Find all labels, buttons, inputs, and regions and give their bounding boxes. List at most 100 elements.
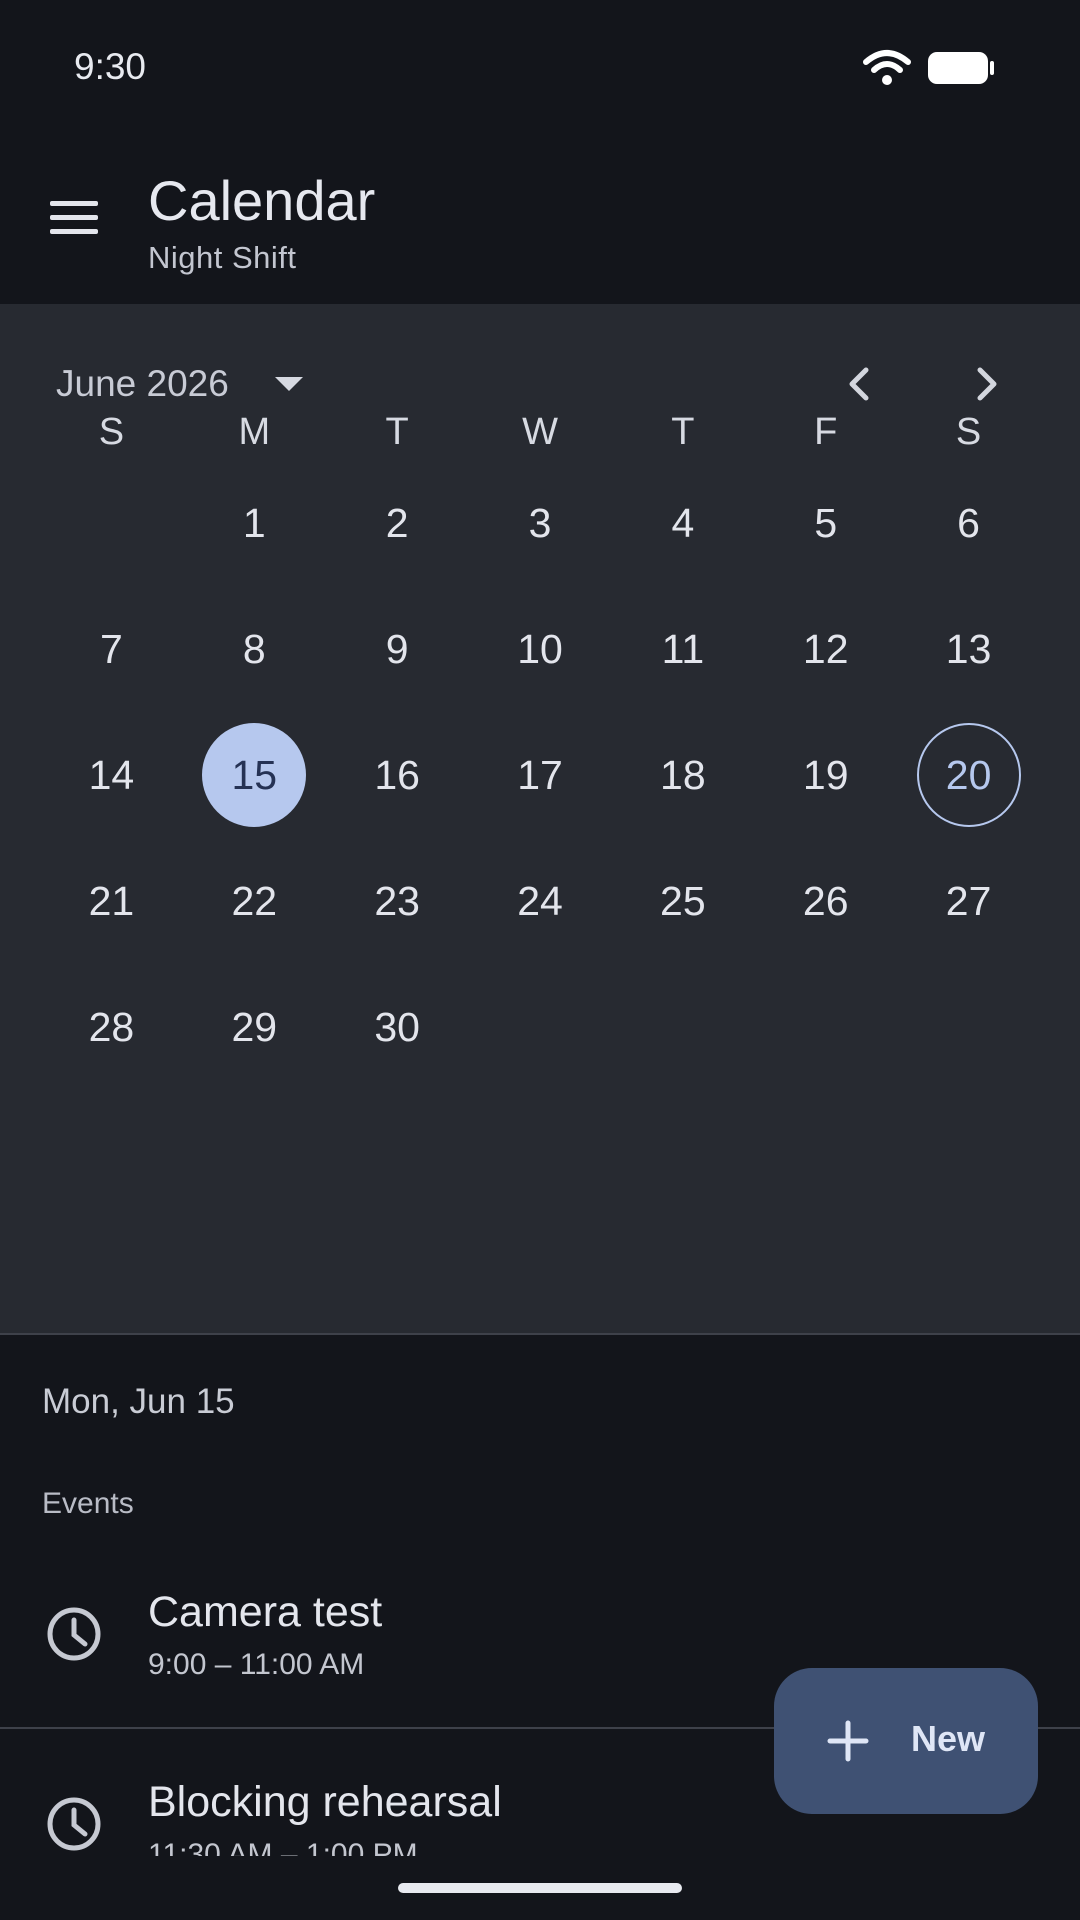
day-number: 3: [528, 499, 552, 546]
day-number: 18: [660, 751, 706, 798]
day-cell[interactable]: 6: [897, 460, 1040, 586]
week-row: 21 22 23 24 25 26 27: [40, 838, 1040, 964]
day-number: 11: [661, 625, 705, 672]
day-number: 1: [242, 499, 266, 546]
empty-day-cell: [611, 964, 754, 1090]
day-number: 20: [916, 723, 1021, 827]
day-number: 7: [100, 625, 123, 672]
clock-icon: [47, 1607, 101, 1661]
day-cell[interactable]: 8: [183, 586, 326, 712]
event-title: Camera test: [148, 1588, 383, 1636]
day-number: 2: [385, 499, 409, 546]
day-number: 28: [88, 1003, 135, 1050]
day-number: 5: [814, 499, 838, 546]
day-cell[interactable]: 2: [326, 460, 469, 586]
day-cell[interactable]: 22: [183, 838, 326, 964]
day-number: 15: [202, 723, 307, 827]
weekday-label: S: [98, 411, 125, 453]
day-number: 26: [802, 877, 849, 924]
clock-icon: [47, 1797, 101, 1851]
day-number: 17: [517, 751, 563, 798]
day-number: 14: [88, 751, 135, 798]
status-time: 9:30: [74, 46, 147, 87]
day-cell[interactable]: 28: [40, 964, 183, 1090]
menu-icon-line: [50, 229, 98, 234]
new-event-button[interactable]: New: [774, 1668, 1038, 1814]
empty-day-cell: [897, 964, 1040, 1090]
home-indicator[interactable]: [398, 1883, 682, 1893]
day-number: 24: [517, 877, 563, 924]
menu-button[interactable]: [40, 184, 108, 252]
event-time: 9:00 – 11:00 AM: [148, 1648, 365, 1681]
day-cell[interactable]: 12: [754, 586, 897, 712]
day-cell[interactable]: 16: [326, 712, 469, 838]
day-number: 27: [945, 877, 992, 924]
day-number: 25: [660, 877, 706, 924]
wifi-icon: [863, 50, 911, 85]
day-number: 4: [671, 499, 695, 546]
empty-day-cell: [40, 460, 183, 586]
events-section-header: Events: [42, 1487, 134, 1520]
day-number: 6: [957, 499, 980, 546]
day-number: 29: [231, 1003, 278, 1050]
day-cell[interactable]: 10: [469, 586, 612, 712]
app-title: Calendar: [148, 169, 376, 232]
day-number: 16: [374, 751, 420, 798]
day-cell[interactable]: 15: [183, 712, 326, 838]
day-cell[interactable]: 29: [183, 964, 326, 1090]
day-number: 9: [385, 625, 409, 672]
day-cell[interactable]: 5: [754, 460, 897, 586]
empty-day-cell: [469, 964, 612, 1090]
day-cell[interactable]: 7: [40, 586, 183, 712]
day-cell[interactable]: 11: [611, 586, 754, 712]
day-cell[interactable]: 27: [897, 838, 1040, 964]
weekday-label: M: [238, 411, 271, 453]
day-number: 23: [374, 877, 420, 924]
weekday-header-row: S M T W T F S: [40, 402, 1040, 462]
day-cell[interactable]: 30: [326, 964, 469, 1090]
weekday-label: T: [385, 411, 409, 453]
week-row: 1 2 3 4 5 6: [40, 460, 1040, 586]
day-cell[interactable]: 20: [897, 712, 1040, 838]
day-cell[interactable]: 3: [469, 460, 612, 586]
day-cell[interactable]: 26: [754, 838, 897, 964]
day-cell[interactable]: 18: [611, 712, 754, 838]
day-number: 10: [517, 625, 563, 672]
battery-icon: [928, 52, 994, 84]
day-cell[interactable]: 4: [611, 460, 754, 586]
calendar-panel: June 2026 S M T W T F S 1 2 3 4 5 6 7 8 9 10 11 12 1…: [0, 304, 1080, 1334]
day-cell[interactable]: 14: [40, 712, 183, 838]
app-subtitle: Night Shift: [148, 240, 297, 275]
app-bar: Calendar Night Shift: [0, 134, 1080, 304]
day-cell[interactable]: 21: [40, 838, 183, 964]
day-cell[interactable]: 13: [897, 586, 1040, 712]
day-cell[interactable]: 17: [469, 712, 612, 838]
day-cell[interactable]: 1: [183, 460, 326, 586]
day-number: 8: [242, 625, 266, 672]
plus-icon: [827, 1720, 869, 1762]
weekday-label: W: [522, 411, 558, 453]
menu-icon-line: [50, 201, 98, 206]
day-number: 19: [802, 751, 849, 798]
empty-day-cell: [754, 964, 897, 1090]
day-cell[interactable]: 9: [326, 586, 469, 712]
weekday-label: S: [955, 411, 982, 453]
month-label: June 2026: [56, 363, 229, 404]
weekday-label: T: [671, 411, 695, 453]
week-row: 28 29 30: [40, 964, 1040, 1090]
new-button-label: New: [911, 1718, 986, 1759]
weekday-label: F: [814, 411, 838, 453]
day-cell[interactable]: 25: [611, 838, 754, 964]
week-row: 14 15 16 17 18 19 20: [40, 712, 1040, 838]
day-cell[interactable]: 23: [326, 838, 469, 964]
day-cell[interactable]: 19: [754, 712, 897, 838]
dropdown-caret-icon: [274, 377, 303, 391]
event-title: Blocking rehearsal: [148, 1778, 502, 1826]
menu-icon-line: [50, 215, 98, 220]
day-number: 13: [945, 625, 992, 672]
day-number: 30: [374, 1003, 420, 1050]
week-row: 7 8 9 10 11 12 13: [40, 586, 1040, 712]
selected-date-label: Mon, Jun 15: [42, 1382, 235, 1421]
day-cell[interactable]: 24: [469, 838, 612, 964]
status-bar: 9:30: [0, 0, 1080, 134]
